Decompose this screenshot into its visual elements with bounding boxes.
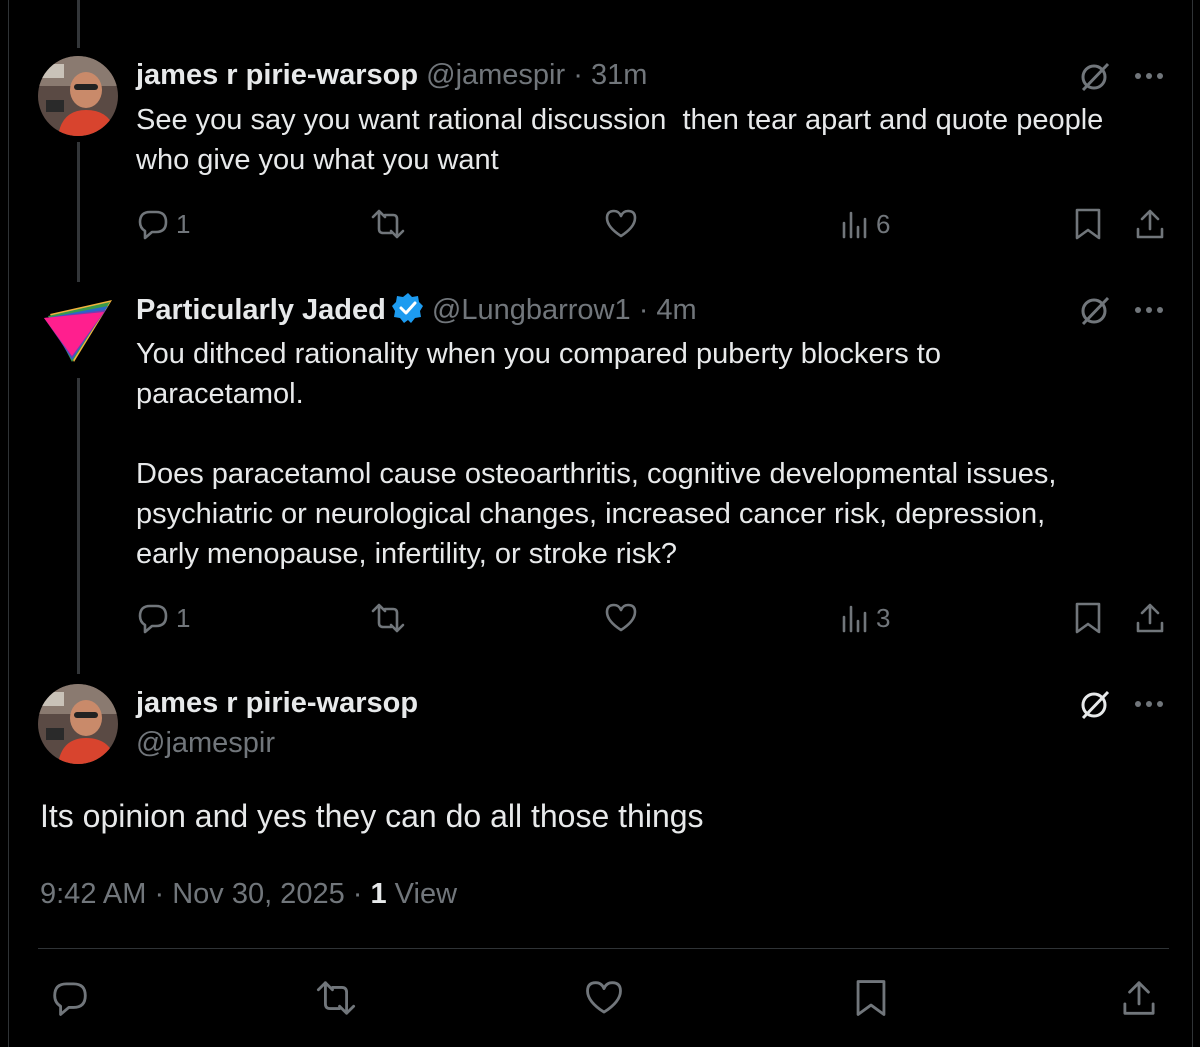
view-count: 1 <box>370 878 387 910</box>
avatar-photo <box>38 56 118 136</box>
reply-button[interactable]: 1 <box>136 598 190 638</box>
views-count: 6 <box>876 208 891 239</box>
repost-icon <box>316 981 356 1015</box>
post-time[interactable]: 31m <box>591 59 647 91</box>
avatar[interactable] <box>40 292 120 372</box>
reply-button[interactable]: 1 <box>136 204 190 244</box>
reply-count: 1 <box>176 208 191 239</box>
post-header: Particularly Jaded @Lungbarrow1 · 4m <box>136 292 697 327</box>
bookmark-button[interactable] <box>852 976 890 1020</box>
bookmark-icon <box>1075 602 1101 634</box>
repost-button[interactable] <box>314 976 358 1020</box>
separator-dot: · <box>146 878 173 910</box>
share-icon <box>1136 209 1164 239</box>
bookmark-button[interactable] <box>1072 598 1104 638</box>
more-icon[interactable] <box>1134 72 1164 80</box>
repost-button[interactable] <box>370 204 406 244</box>
repost-icon <box>371 603 405 633</box>
author-name[interactable]: james r pirie-warsop <box>136 687 418 719</box>
reply-icon <box>53 982 87 1016</box>
share-button[interactable] <box>1120 976 1158 1020</box>
like-button[interactable] <box>604 204 638 244</box>
author-handle[interactable]: @Lungbarrow1 <box>432 294 631 326</box>
verified-badge-icon <box>391 292 424 324</box>
like-icon <box>605 603 637 632</box>
main-post-actions <box>0 976 1200 1020</box>
like-icon <box>605 209 637 238</box>
separator-dot: · <box>565 59 591 91</box>
repost-icon <box>371 209 405 239</box>
post-time[interactable]: 9:42 AM <box>40 878 146 910</box>
views-icon[interactable] <box>842 0 870 6</box>
separator-dot: · <box>344 878 371 910</box>
post-header: james r pirie-warsop @jamespir · 31m <box>136 58 647 92</box>
like-button[interactable] <box>604 598 638 638</box>
author-handle-row: @jamespir <box>136 726 275 760</box>
post-date[interactable]: Nov 30, 2025 <box>172 878 345 910</box>
like-button[interactable] <box>584 976 624 1020</box>
reply-icon <box>138 210 168 240</box>
views-button[interactable]: 3 <box>840 598 890 638</box>
repost-button[interactable] <box>370 598 406 638</box>
previous-post-actions <box>0 0 1200 6</box>
author-name-row: james r pirie-warsop <box>136 686 418 720</box>
share-button[interactable] <box>1134 204 1166 244</box>
reply-count: 1 <box>176 602 191 633</box>
reply-button[interactable] <box>50 976 90 1020</box>
post-text: See you say you want rational discussion… <box>136 104 1104 176</box>
grok-icon[interactable] <box>1078 294 1112 328</box>
bookmark-icon[interactable] <box>1076 0 1104 6</box>
post-text: You dithced rationality when you compare… <box>136 338 1057 570</box>
views-count: 3 <box>876 602 891 633</box>
grok-icon[interactable] <box>1078 688 1112 722</box>
thread-line <box>77 0 80 48</box>
author-name[interactable]: james r pirie-warsop <box>136 59 418 91</box>
avatar-photo <box>38 684 118 764</box>
bookmark-icon <box>1075 208 1101 240</box>
post-actions: 1 6 <box>0 204 1200 244</box>
avatar[interactable] <box>38 684 118 764</box>
separator-dot: · <box>630 294 657 326</box>
author-handle[interactable]: @jamespir <box>426 59 565 91</box>
grok-icon[interactable] <box>1078 60 1112 94</box>
bookmark-icon <box>856 980 886 1016</box>
share-icon[interactable] <box>1137 0 1165 6</box>
share-button[interactable] <box>1134 598 1166 638</box>
main-post-text: Its opinion and yes they can do all thos… <box>40 798 704 834</box>
share-icon <box>1136 603 1164 633</box>
like-icon[interactable] <box>608 0 636 6</box>
post-meta: 9:42 AM · Nov 30, 2025 · 1 View <box>40 876 457 912</box>
avatar-triangle-logo <box>44 300 112 362</box>
views-icon <box>842 605 867 633</box>
more-icon[interactable] <box>1134 700 1164 708</box>
post-actions: 1 3 <box>0 598 1200 638</box>
reply-icon[interactable] <box>140 0 168 6</box>
like-icon <box>586 981 622 1014</box>
reply-icon <box>138 604 168 634</box>
bookmark-button[interactable] <box>1072 204 1104 244</box>
avatar[interactable] <box>38 56 118 136</box>
author-name[interactable]: Particularly Jaded <box>136 294 386 326</box>
view-label: View <box>386 878 458 910</box>
post-time[interactable]: 4m <box>656 294 696 326</box>
more-icon[interactable] <box>1134 306 1164 314</box>
author-handle[interactable]: @jamespir <box>136 727 275 759</box>
repost-icon[interactable] <box>375 0 405 6</box>
share-icon <box>1123 981 1155 1015</box>
divider <box>38 948 1169 949</box>
views-icon <box>842 211 867 239</box>
views-button[interactable]: 6 <box>840 204 890 244</box>
